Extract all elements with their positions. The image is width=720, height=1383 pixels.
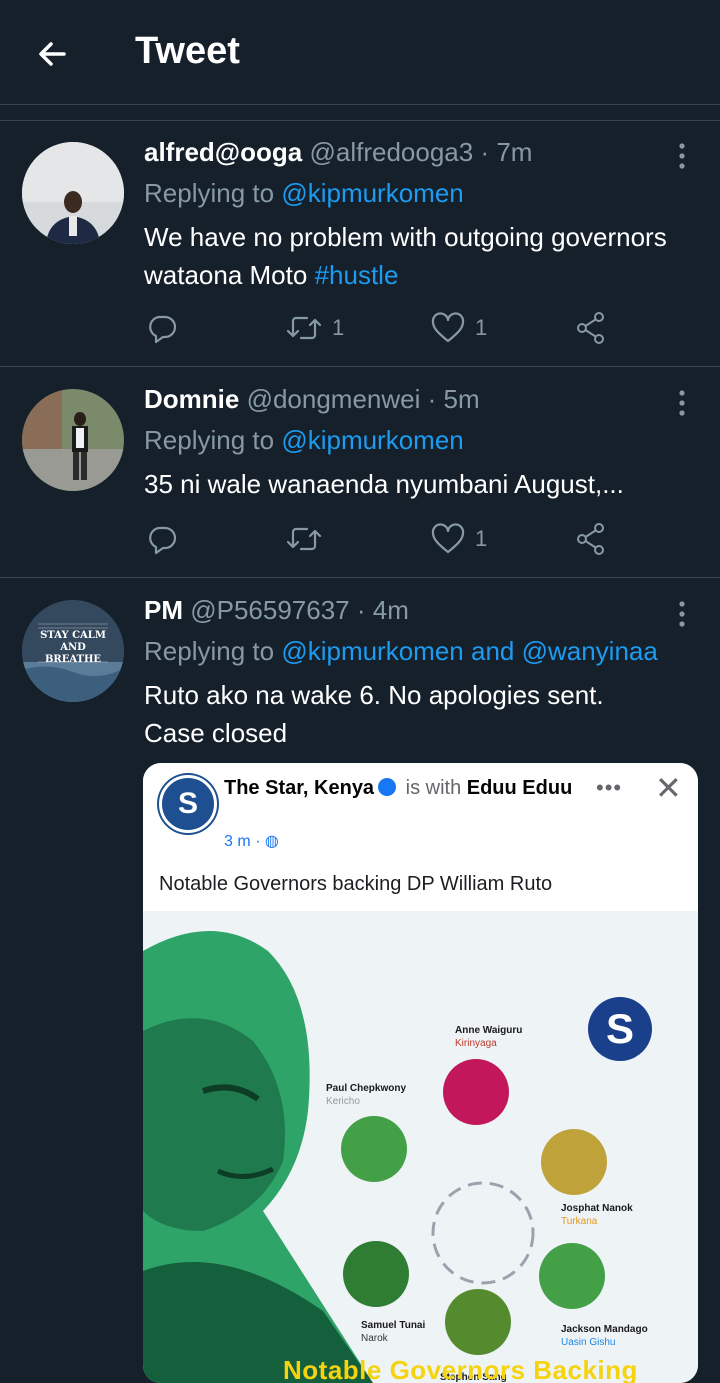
governors-graphic: S Anne Waiguru Kirinyaga Paul Chepkwony … [143,911,698,1383]
display-name[interactable]: Domnie [144,384,239,414]
share-button[interactable] [575,521,607,557]
governor-county: Narok [361,1333,388,1344]
replying-to: Replying to @kipmurkomen [144,178,464,209]
tweet-header: Domnie @dongmenwei · 5m [144,384,480,415]
reply-button[interactable] [146,310,178,346]
reply-icon [149,315,177,344]
mention-link[interactable]: @kipmurkomen [281,636,463,666]
like-button[interactable]: 1 [431,310,487,346]
replying-to-label: Replying to [144,178,282,208]
governor-name: Jackson Mandago [561,1324,648,1335]
governor-photo [541,1129,607,1195]
back-arrow-icon[interactable] [30,32,74,76]
tweet-text-line: Ruto ako na wake 6. No apologies sent. [144,680,604,710]
tweet-header: alfred@ooga @alfredooga3 · 7m [144,137,532,168]
post-time-text: 3 m · [224,833,265,850]
governor-name: Samuel Tunai [361,1320,426,1331]
share-icon [577,523,604,555]
avatar[interactable] [22,142,124,244]
tweet-image[interactable]: S The Star, Kenya is with Eduu Eduu 3 m … [143,763,698,1383]
governor-photo [443,1059,509,1125]
with-text: is with [400,777,467,799]
graphic-title: Notable Governors Backing [283,1355,638,1383]
more-options-icon[interactable] [664,596,700,632]
avatar-text-line: STAY CALM [40,630,106,641]
reply-icon [149,526,177,555]
share-icon [577,312,604,344]
retweet-button[interactable]: 1 [286,310,344,346]
replying-to: Replying to @kipmurkomen and @wanyinaa [144,636,658,667]
share-button[interactable] [575,310,607,346]
governor-photo [445,1289,511,1355]
retweet-icon [286,527,322,551]
reply-button[interactable] [146,521,178,557]
tweet-text: We have no problem with outgoing governo… [144,218,694,294]
like-count: 1 [475,315,488,340]
page-name: The Star, Kenya [224,777,375,799]
governor-county: Kericho [326,1096,360,1107]
avatar-text-line: BREATHE [44,654,102,665]
retweet-button[interactable] [286,521,322,557]
mention-link[interactable]: @wanyinaa [522,636,658,666]
governor-county: Kirinyaga [455,1038,497,1049]
portrait-image [143,931,535,1383]
screenshot-header: S The Star, Kenya is with Eduu Eduu 3 m … [143,763,698,911]
heart-icon [431,312,465,343]
tweet-reply-1[interactable]: alfred@ooga @alfredooga3 · 7m Replying t… [0,120,720,366]
top-bar: Tweet [0,0,720,105]
governor-name: Paul Chepkwony [326,1083,407,1094]
avatar[interactable]: STAY CALM AND BREATHE [22,600,124,702]
hashtag-link[interactable]: #hustle [315,260,399,290]
governor-photo [343,1241,409,1307]
post-caption: Notable Governors backing DP William Rut… [159,873,553,895]
handle-time: @alfredooga3 · 7m [302,137,533,167]
governor-name: Anne Waiguru [455,1025,523,1036]
mention-link[interactable]: @kipmurkomen [281,425,463,455]
close-icon: ✕ [655,770,682,806]
tweet-text-line: Case closed [144,718,288,748]
governor-photo [539,1243,605,1309]
replying-to-label: Replying to [144,636,282,666]
the-star-logo: S [588,997,652,1061]
mention-link[interactable]: @kipmurkomen [281,178,463,208]
tagged-name: Eduu Eduu [466,777,573,799]
retweet-count: 1 [332,315,345,340]
globe-icon: ◍ [264,833,279,850]
replying-to: Replying to @kipmurkomen [144,425,464,456]
handle-time: @P56597637 · 4m [183,595,409,625]
page-attribution: The Star, Kenya is with Eduu Eduu [224,775,604,801]
page-title: Tweet [135,30,240,72]
governor-county: Uasin Gishu [561,1337,616,1348]
avatar-text-line: AND [60,642,86,653]
avatar-text: STAY CALM AND BREATHE [22,630,124,666]
tweet-text: 35 ni wale wanaenda nyumbani August,... [144,469,624,499]
replying-to-label: Replying to [144,425,282,455]
tweet-header: PM @P56597637 · 4m [144,595,409,626]
display-name[interactable]: PM [144,595,183,625]
tweet-text-content: We have no problem with outgoing governo… [144,222,667,290]
more-options-icon[interactable] [664,385,700,421]
display-name[interactable]: alfred@ooga [144,137,302,167]
more-options-icon[interactable] [664,138,700,174]
mention-joiner[interactable]: and [464,636,522,666]
tweet-text: Ruto ako na wake 6. No apologies sent. C… [144,676,694,752]
handle-time: @dongmenwei · 5m [239,384,480,414]
tweet-reply-2[interactable]: Domnie @dongmenwei · 5m Replying to @kip… [0,367,720,577]
governor-photo [341,1116,407,1182]
more-dots-icon: ••• [596,775,623,800]
governor-name: Josphat Nanok [561,1203,633,1214]
post-time: 3 m · ◍ [224,831,279,851]
like-count: 1 [475,526,488,551]
heart-icon [431,523,465,554]
verified-badge-icon [378,778,397,796]
retweet-icon [286,316,322,340]
like-button[interactable]: 1 [431,521,487,557]
page-logo: S [159,775,217,833]
governor-county: Turkana [561,1216,598,1227]
avatar[interactable] [22,389,124,491]
